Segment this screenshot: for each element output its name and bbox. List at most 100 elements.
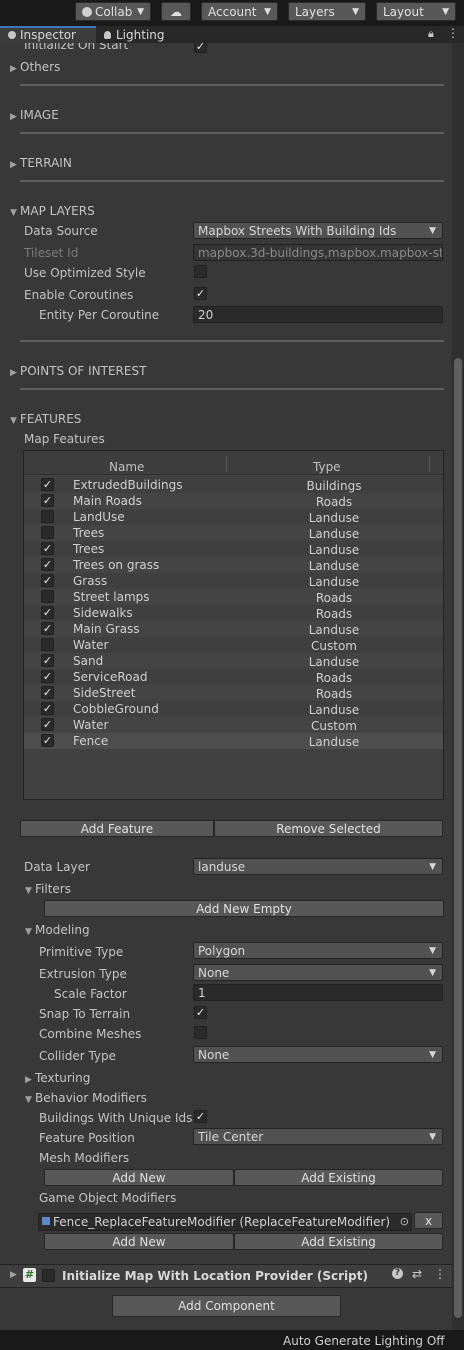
scrollbar-thumb[interactable]: [454, 358, 462, 1318]
add-new-empty-button[interactable]: Add New Empty: [44, 900, 444, 917]
component-enabled-checkbox[interactable]: [42, 1269, 55, 1282]
table-row[interactable]: ✓ Main Grass Landuse: [24, 621, 443, 637]
mesh-add-new-button[interactable]: Add New: [44, 1169, 234, 1186]
game-object-modifier-field[interactable]: Fence_ReplaceFeatureModifier (ReplaceFea…: [38, 1213, 412, 1231]
game-object-modifier-value: Fence_ReplaceFeatureModifier (ReplaceFea…: [53, 1215, 391, 1229]
row-enabled-checkbox[interactable]: ✓: [41, 558, 54, 571]
collider-type-dropdown[interactable]: None ▼: [193, 1046, 443, 1063]
features-foldout[interactable]: ▼ FEATURES: [10, 412, 81, 426]
terrain-foldout[interactable]: ▶ TERRAIN: [10, 156, 72, 170]
row-enabled-checkbox[interactable]: ✓: [41, 574, 54, 587]
row-enabled-checkbox[interactable]: ✓: [41, 494, 54, 507]
row-type: Landuse: [308, 655, 360, 669]
column-header-type[interactable]: Type: [313, 460, 341, 474]
object-picker-icon[interactable]: ⊙: [400, 1214, 409, 1230]
behavior-modifiers-foldout[interactable]: ▼ Behavior Modifiers: [25, 1091, 147, 1105]
feature-position-dropdown[interactable]: Tile Center ▼: [193, 1128, 443, 1145]
snap-to-terrain-checkbox[interactable]: ✓: [194, 1006, 207, 1019]
component-header[interactable]: ▶ # Initialize Map With Location Provide…: [0, 1264, 452, 1288]
remove-modifier-button[interactable]: x: [414, 1212, 443, 1229]
initialize-on-start-checkbox[interactable]: ✓: [194, 43, 207, 53]
primitive-type-dropdown[interactable]: Polygon ▼: [193, 942, 443, 959]
data-source-value: Mapbox Streets With Building Ids: [198, 224, 397, 238]
modeling-foldout[interactable]: ▼ Modeling: [25, 923, 90, 937]
row-enabled-checkbox[interactable]: ✓: [41, 654, 54, 667]
preset-icon[interactable]: ⇄: [412, 1267, 422, 1281]
scale-factor-field[interactable]: 1: [193, 984, 443, 1001]
row-enabled-checkbox[interactable]: ✓: [41, 622, 54, 635]
data-layer-dropdown[interactable]: landuse ▼: [193, 858, 443, 875]
table-row[interactable]: LandUse Landuse: [24, 509, 443, 525]
table-row[interactable]: ✓ Trees Landuse: [24, 541, 443, 557]
table-row[interactable]: ✓ CobbleGround Landuse: [24, 701, 443, 717]
table-row[interactable]: ✓ Sand Landuse: [24, 653, 443, 669]
row-enabled-checkbox[interactable]: [41, 638, 54, 651]
data-source-dropdown[interactable]: Mapbox Streets With Building Ids ▼: [193, 222, 443, 239]
texturing-foldout[interactable]: ▶ Texturing: [25, 1071, 90, 1085]
table-row[interactable]: ✓ Main Roads Roads: [24, 493, 443, 509]
cloud-button[interactable]: ☁: [161, 2, 191, 21]
lock-icon[interactable]: 🔒︎: [428, 27, 434, 41]
optimized-style-checkbox[interactable]: [194, 265, 207, 278]
table-row[interactable]: ✓ Fence Landuse: [24, 733, 443, 749]
table-row[interactable]: ✓ Trees on grass Landuse: [24, 557, 443, 573]
entity-per-coroutine-field[interactable]: 20: [193, 306, 443, 323]
map-features-label: Map Features: [24, 432, 105, 446]
filters-foldout[interactable]: ▼ Filters: [25, 882, 71, 896]
row-enabled-checkbox[interactable]: ✓: [41, 542, 54, 555]
add-component-button[interactable]: Add Component: [112, 1295, 341, 1317]
chevron-down-icon: ▼: [429, 862, 436, 872]
account-dropdown[interactable]: Account ▼: [201, 2, 278, 21]
table-row[interactable]: ✓ ServiceRoad Roads: [24, 669, 443, 685]
row-enabled-checkbox[interactable]: ✓: [41, 734, 54, 747]
modeling-label: Modeling: [35, 923, 90, 937]
collab-dropdown[interactable]: Collab ▼: [75, 2, 151, 21]
extrusion-type-dropdown[interactable]: None ▼: [193, 964, 443, 981]
table-row[interactable]: ✓ Sidewalks Roads: [24, 605, 443, 621]
layers-dropdown[interactable]: Layers ▼: [288, 2, 366, 21]
row-enabled-checkbox[interactable]: [41, 526, 54, 539]
row-enabled-checkbox[interactable]: [41, 510, 54, 523]
unique-ids-checkbox[interactable]: ✓: [194, 1110, 207, 1123]
column-divider[interactable]: [226, 456, 227, 472]
more-options-icon[interactable]: ⋮: [434, 1267, 446, 1281]
column-divider[interactable]: [429, 456, 430, 472]
row-enabled-checkbox[interactable]: ✓: [41, 670, 54, 683]
table-row[interactable]: ✓ ExtrudedBuildings Buildings: [24, 477, 443, 493]
go-add-existing-button[interactable]: Add Existing: [234, 1233, 443, 1250]
enable-coroutines-checkbox[interactable]: ✓: [194, 287, 207, 300]
combine-meshes-checkbox[interactable]: [194, 1026, 207, 1039]
go-add-new-button[interactable]: Add New: [44, 1233, 234, 1250]
row-enabled-checkbox[interactable]: ✓: [41, 718, 54, 731]
table-row[interactable]: ✓ Grass Landuse: [24, 573, 443, 589]
tileset-id-field[interactable]: mapbox.3d-buildings,mapbox.mapbox-stree: [193, 244, 443, 261]
row-name: Sidewalks: [73, 606, 133, 620]
main-toolbar: Collab ▼ ☁ Account ▼ Layers ▼ Layout ▼: [0, 0, 464, 26]
row-type: Landuse: [308, 511, 360, 525]
table-row[interactable]: Street lamps Roads: [24, 589, 443, 605]
table-row[interactable]: ✓ SideStreet Roads: [24, 685, 443, 701]
image-foldout[interactable]: ▶ IMAGE: [10, 108, 59, 122]
row-enabled-checkbox[interactable]: ✓: [41, 702, 54, 715]
row-type: Landuse: [308, 527, 360, 541]
poi-foldout[interactable]: ▶ POINTS OF INTEREST: [10, 364, 146, 378]
table-row[interactable]: Water Custom: [24, 637, 443, 653]
others-foldout[interactable]: ▶ Others: [10, 60, 60, 74]
table-row[interactable]: Trees Landuse: [24, 525, 443, 541]
help-icon[interactable]: ?: [392, 1268, 403, 1279]
row-enabled-checkbox[interactable]: ✓: [41, 606, 54, 619]
column-header-name[interactable]: Name: [109, 460, 144, 474]
mesh-add-existing-button[interactable]: Add Existing: [234, 1169, 443, 1186]
map-layers-foldout[interactable]: ▼ MAP LAYERS: [10, 204, 95, 218]
tab-lighting[interactable]: Lighting: [104, 28, 184, 43]
row-enabled-checkbox[interactable]: ✓: [41, 686, 54, 699]
chevron-down-icon: ▼: [429, 968, 436, 978]
row-enabled-checkbox[interactable]: [41, 590, 54, 603]
remove-selected-button[interactable]: Remove Selected: [214, 820, 443, 837]
layout-dropdown[interactable]: Layout ▼: [376, 2, 456, 21]
vertical-scrollbar[interactable]: [452, 43, 464, 1330]
table-row[interactable]: ✓ Water Custom: [24, 717, 443, 733]
row-enabled-checkbox[interactable]: ✓: [41, 478, 54, 491]
more-menu-icon[interactable]: ⋮: [447, 26, 459, 40]
add-feature-button[interactable]: Add Feature: [20, 820, 214, 837]
